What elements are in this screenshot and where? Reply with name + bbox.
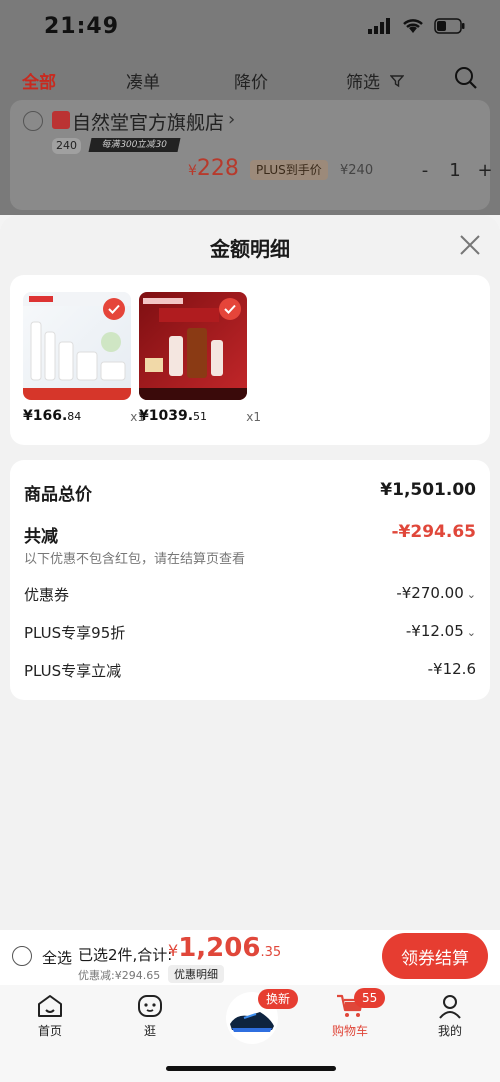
total-currency: ¥ [168,941,179,960]
reduction-note: 以下优惠不包含红包，请在结算页查看 [24,552,246,567]
store-select-radio[interactable] [23,111,43,131]
tab-filter-label: 筛选 [346,73,380,93]
close-icon [460,235,480,255]
select-all-radio[interactable] [12,946,32,966]
plus-discount-value: -¥12.05 [405,622,464,640]
discount-amount: 优惠减:¥294.65 [78,969,161,982]
sheet-title: 金额明细 [210,237,290,261]
store-card: 自然堂官方旗舰店 › 240 每满300立减30 ¥228 PLUS到手价 ¥2… [10,100,493,210]
tab-home-label: 首页 [37,1024,62,1038]
plus-reduce-value: -¥12.6 [427,660,476,678]
amount-detail-sheet: 金额明细 ¥166.84 x1 ¥1039.51 x1 商品总价 ¥1,501.… [0,215,500,930]
status-bar: 21:49 [0,0,500,58]
tab-browse[interactable]: 逛 [120,993,180,1039]
coupon-label: 优惠券 [24,586,70,604]
plus-price-tag: PLUS到手价 [250,160,328,180]
chevron-down-icon: ⌄ [466,626,476,639]
status-icons [368,18,466,34]
total-dec: .35 [260,945,282,960]
tab-bundle[interactable]: 凑单 [126,68,160,93]
tab-all[interactable]: 全部 [22,68,56,93]
tab-home[interactable]: 首页 [20,993,80,1039]
tab-price-drop[interactable]: 降价 [234,68,268,93]
store-name[interactable]: 自然堂官方旗舰店 [72,108,224,135]
total-int: 1,206 [178,933,261,963]
tab-browse-label: 逛 [143,1024,156,1038]
goods-total-value: ¥1,501.00 [380,480,476,500]
goods-total-row: 商品总价 ¥1,501.00 [24,480,476,505]
plus-discount-row[interactable]: PLUS专享95折 -¥12.05 ⌄ [24,622,476,644]
reduction-row: 共减 -¥294.65 [24,522,477,547]
home-indicator [166,1066,336,1071]
selected-count-text: 已选2件,合计: [78,946,173,964]
chevron-down-icon: ⌄ [466,588,476,601]
product-item[interactable]: ¥166.84 x1 [23,292,145,424]
item-price-currency: ¥ [188,163,197,179]
promo-badge: 240 [52,138,81,154]
search-button[interactable] [454,66,478,94]
original-price: ¥240 [340,163,374,178]
coupon-value: -¥270.00 [396,584,464,602]
checked-icon[interactable] [103,298,125,320]
filter-icon [390,74,404,87]
product-image[interactable] [23,292,131,400]
plus-button[interactable]: + [470,160,500,181]
product-price: ¥166.84 [23,408,82,424]
products-card: ¥166.84 x1 ¥1039.51 x1 [10,275,490,445]
total-price: ¥1,206.35 [168,933,281,963]
search-icon [455,67,477,89]
product-price: ¥1039.51 [139,408,208,424]
plus-reduce-label: PLUS专享立减 [24,662,122,680]
reduction-value: -¥294.65 [391,522,477,542]
status-time: 21:49 [44,14,120,39]
cellular-signal-icon [368,18,390,34]
cart-tabs: 全部 凑单 降价 筛选 [0,60,500,100]
plus-discount-value-wrap[interactable]: -¥12.05 ⌄ [406,622,476,640]
tab-cart-label: 购物车 [331,1024,368,1038]
reduction-label: 共减 [24,527,58,547]
tab-me-label: 我的 [437,1024,462,1038]
store-logo [52,111,70,129]
tab-me[interactable]: 我的 [420,993,480,1039]
coupon-row[interactable]: 优惠券 -¥270.00 ⌄ [24,584,476,606]
reduction-note-row: 以下优惠不包含红包，请在结算页查看 [24,548,476,567]
plus-discount-label: PLUS专享95折 [24,624,126,642]
item-price: ¥228 [188,156,239,181]
battery-icon [434,18,465,34]
product-quantity: x1 [246,410,261,424]
checkout-button[interactable]: 领券结算 [382,933,488,979]
close-button[interactable] [458,233,482,257]
plus-reduce-row: PLUS专享立减 -¥12.6 [24,660,476,682]
wifi-icon [403,19,423,33]
select-all-label[interactable]: 全选 [42,947,72,968]
coupon-value-wrap[interactable]: -¥270.00 ⌄ [396,584,476,602]
cart-count-badge: 55 [354,988,386,1008]
minus-button[interactable]: - [410,160,440,181]
product-image[interactable] [139,292,247,400]
product-item[interactable]: ¥1039.51 x1 [139,292,261,424]
checked-icon[interactable] [219,298,241,320]
discount-detail-button[interactable]: 优惠明细 [168,965,224,983]
checkout-bar: 全选 已选2件,合计: ¥1,206.35 优惠减:¥294.65 优惠明细 领… [0,930,500,985]
profile-icon [439,995,461,1019]
item-price-value: 228 [196,156,239,181]
quantity-stepper: - 1 + [410,160,500,181]
swap-badge: 换新 [258,989,299,1009]
goods-total-label: 商品总价 [24,485,92,505]
tab-filter[interactable]: 筛选 [346,68,404,93]
browse-face-icon [138,995,162,1017]
store-chevron-icon[interactable]: › [228,109,235,130]
promo-strip: 每满300立减30 [88,138,181,152]
home-icon [38,995,62,1017]
price-summary-card: 商品总价 ¥1,501.00 共减 -¥294.65 以下优惠不包含红包，请在结… [10,460,490,700]
quantity-value[interactable]: 1 [440,160,470,181]
